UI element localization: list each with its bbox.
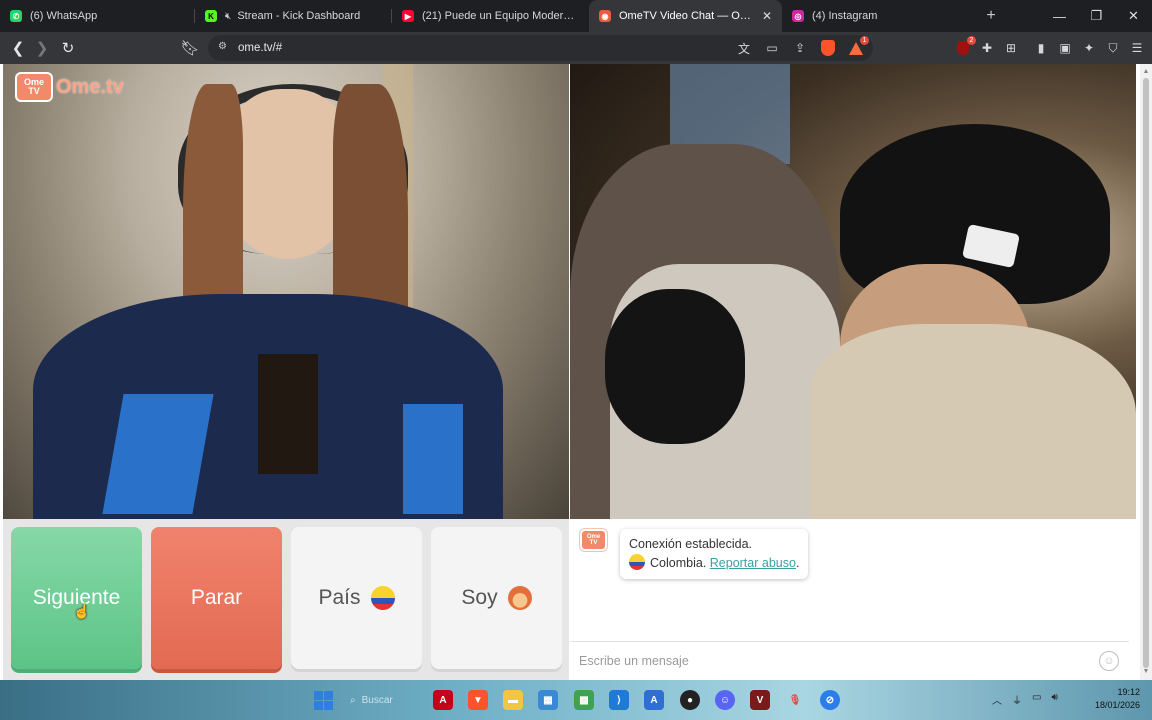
tab-search-icon[interactable]: ⊞	[1002, 39, 1020, 57]
country-filter-button[interactable]: País	[291, 527, 422, 669]
tab-youtube[interactable]: ▶ (21) Puede un Equipo Moderno Capt	[392, 0, 589, 32]
forward-button[interactable]: ❯	[30, 36, 54, 60]
whatsapp-icon: ✆	[10, 10, 22, 22]
tab-title: (21) Puede un Equipo Moderno Capt	[422, 10, 579, 22]
youtube-icon: ▶	[402, 10, 414, 22]
volume-icon[interactable]: 🔊︎	[1051, 692, 1057, 707]
tab-title: (6) WhatsApp	[30, 10, 98, 22]
close-tab-icon[interactable]: ✕	[762, 9, 772, 23]
woman-emoji-icon	[507, 586, 532, 610]
taskbar-search[interactable]: ⌕ Buscar	[350, 689, 420, 711]
app-icon-brave[interactable]: ▼	[468, 690, 488, 710]
tab-title: Stream - Kick Dashboard	[237, 10, 361, 22]
taskbar-clock[interactable]: 19:12 18/01/2026	[1095, 686, 1140, 712]
chat-controls: Siguiente ☝ Parar País Soy	[3, 519, 569, 680]
ometv-logo-word: Ome.tv	[56, 75, 124, 98]
cast-icon[interactable]: ▭	[763, 39, 781, 57]
connection-status: Conexión establecida.	[629, 537, 752, 551]
message-placeholder: Escribe un mensaje	[579, 654, 689, 668]
app-icon-adobe[interactable]: A	[433, 690, 453, 710]
address-bar[interactable]: ⚙ ome.tv/# 文 ▭ ⇪ 1	[208, 35, 873, 61]
ometv-icon: ◉	[599, 10, 611, 22]
browser-tab-strip: ✆ (6) WhatsApp K 🔇︎ Stream - Kick Dashbo…	[0, 0, 1152, 32]
wallet-icon[interactable]: ▣	[1056, 39, 1074, 57]
bookmark-icon[interactable]: 🔖︎	[178, 36, 202, 60]
page-scrollbar[interactable]: ▲ ▼	[1140, 64, 1152, 680]
mouse-cursor-icon: ☝	[73, 603, 91, 619]
ometv-page: Ome TV Ome.tv Siguiente ☝ Parar País Soy	[0, 64, 1140, 680]
close-window-button[interactable]: ✕	[1115, 0, 1152, 32]
report-abuse-link[interactable]: Reportar abuso	[710, 556, 796, 570]
tab-title: (4) Instagram	[812, 10, 878, 22]
system-message: Conexión establecida. Colombia. Reportar…	[620, 529, 809, 579]
gender-select-button[interactable]: Soy	[431, 527, 562, 669]
restore-button[interactable]: ❐	[1078, 0, 1115, 32]
vpn-icon[interactable]: ⛉	[1104, 39, 1122, 57]
tray-chevron-icon[interactable]: ︿	[992, 692, 1002, 707]
emoji-picker-icon[interactable]: ☺	[1099, 651, 1119, 671]
clock-date: 18/01/2026	[1094, 700, 1140, 710]
tab-title: OmeTV Video Chat — Omeg	[619, 10, 754, 22]
ometv-logo-badge: Ome TV	[15, 72, 53, 102]
menu-icon[interactable]: ☰	[1128, 39, 1146, 57]
sidebar-icon[interactable]: ▮	[1032, 39, 1050, 57]
start-button[interactable]	[313, 690, 333, 710]
app-icon-vscode[interactable]: ⟩	[609, 690, 629, 710]
brave-shields-icon[interactable]	[819, 39, 837, 57]
app-icon-microphone[interactable]: 🎙︎	[785, 690, 805, 710]
colombia-flag-icon	[370, 586, 395, 610]
translate-icon[interactable]: 文	[735, 39, 753, 57]
app-icon-voicemeeter[interactable]: V	[750, 690, 770, 710]
usb-icon[interactable]: ⏚	[1012, 692, 1022, 707]
next-button[interactable]: Siguiente ☝	[11, 527, 142, 669]
country-button-label: País	[318, 586, 361, 609]
ometv-logo: Ome TV Ome.tv	[15, 72, 124, 102]
app-icon-file-explorer[interactable]: ▬	[503, 690, 523, 710]
share-icon[interactable]: ⇪	[791, 39, 809, 57]
new-tab-button[interactable]: +	[976, 0, 1006, 32]
leo-ai-icon[interactable]: ✦	[1080, 39, 1098, 57]
app-icon-minecraft[interactable]: ▩	[574, 690, 594, 710]
stop-button-label: Parar	[190, 586, 243, 609]
brave-rewards-icon[interactable]: 1	[847, 36, 869, 57]
tab-instagram[interactable]: ◎ (4) Instagram	[782, 0, 972, 32]
ublock-icon[interactable]: 2	[954, 36, 976, 57]
gender-button-label: Soy	[461, 586, 498, 609]
message-input[interactable]: Escribe un mensaje ☺	[570, 641, 1129, 680]
instagram-icon: ◎	[792, 10, 804, 22]
app-icon-store[interactable]: ▦	[538, 690, 558, 710]
reload-button[interactable]: ↻	[56, 36, 80, 60]
app-icon-obs[interactable]: ●	[680, 690, 700, 710]
partner-country: Colombia.	[650, 556, 707, 570]
tab-ometv[interactable]: ◉ OmeTV Video Chat — Omeg ✕	[589, 0, 782, 32]
colombia-flag-icon	[629, 554, 645, 570]
site-settings-icon[interactable]: ⚙	[218, 41, 232, 55]
search-label: Buscar	[361, 694, 393, 706]
muted-speaker-icon[interactable]: 🔇︎	[225, 11, 231, 22]
extensions-icon[interactable]: ✚	[978, 39, 996, 57]
tab-kick[interactable]: K 🔇︎ Stream - Kick Dashboard	[195, 0, 392, 32]
local-video: Ome TV Ome.tv	[3, 64, 569, 519]
back-button[interactable]: ❮	[6, 36, 30, 60]
app-icon-network[interactable]: ⊘	[820, 690, 840, 710]
network-icon[interactable]: ▭	[1032, 692, 1041, 707]
chat-panel: Ome TV Conexión establecida. Colombia. R…	[570, 519, 1129, 680]
kick-icon: K	[205, 10, 217, 22]
url-text: ome.tv/#	[238, 42, 283, 54]
minimize-button[interactable]: —	[1041, 0, 1078, 32]
search-icon: ⌕	[350, 694, 356, 706]
remote-video	[570, 64, 1136, 519]
system-tray: ︿ ⏚ ▭ 🔊︎	[992, 692, 1058, 707]
ometv-avatar: Ome TV	[580, 529, 607, 551]
tab-whatsapp[interactable]: ✆ (6) WhatsApp	[0, 0, 195, 32]
app-icon-discord[interactable]: ☺	[715, 690, 735, 710]
app-icon-translator[interactable]: A	[644, 690, 664, 710]
windows-taskbar: ⌕ Buscar A ▼ ▬ ▦ ▩ ⟩ A ● ☺ V 🎙︎ ⊘ ︿ ⏚ ▭ …	[0, 680, 1152, 720]
stop-button[interactable]: Parar	[151, 527, 282, 669]
clock-time: 19:12	[1117, 687, 1140, 697]
partner-country-line: Colombia. Reportar abuso.	[629, 554, 799, 573]
navigation-bar: ❮ ❯ ↻ 🔖︎ ⚙ ome.tv/# 文 ▭ ⇪ 1 2 ✚ ⊞ ▮ ▣ ✦ …	[0, 32, 1152, 64]
